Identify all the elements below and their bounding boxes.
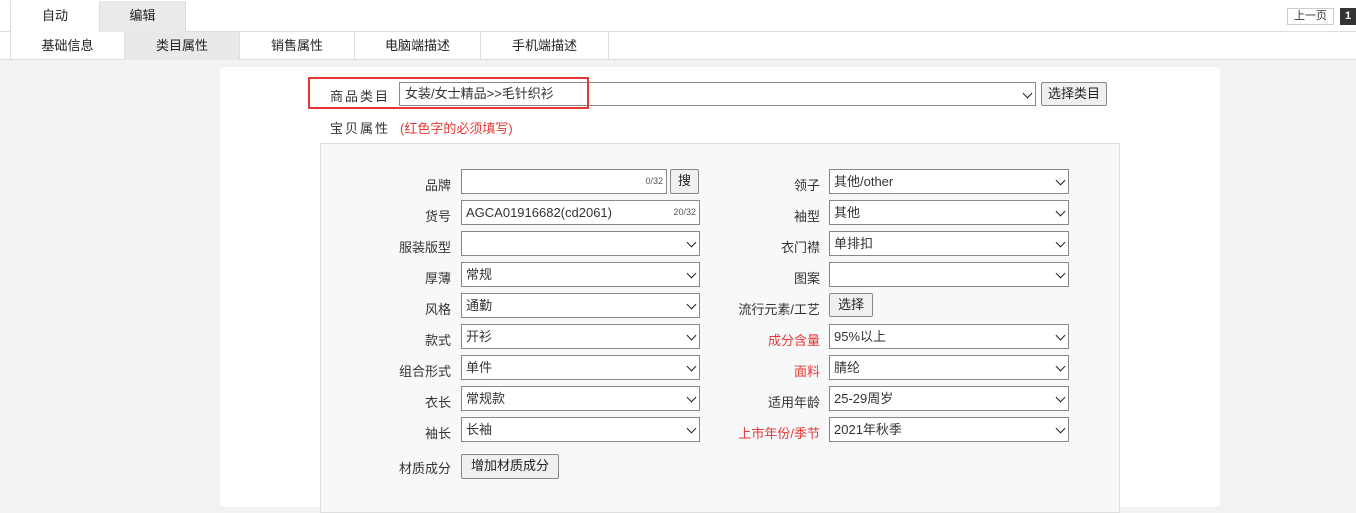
chevron-down-icon: [686, 423, 697, 434]
brand-counter: 0/32: [645, 176, 663, 186]
age-select[interactable]: 25-29周岁: [829, 386, 1069, 411]
required-note: (红色字的必须填写): [400, 121, 513, 136]
attributes-label: 宝贝属性: [330, 121, 391, 136]
brand-label: 品牌: [424, 178, 451, 193]
item-number-label: 货号: [424, 209, 451, 224]
design-label: 款式: [424, 333, 451, 348]
chevron-down-icon: [686, 268, 697, 279]
add-material-button[interactable]: 增加材质成分: [461, 454, 560, 479]
item-number-value: AGCA01916682(cd2061): [466, 205, 612, 220]
style-select[interactable]: 通勤: [461, 293, 700, 318]
pattern-label: 图案: [793, 271, 820, 286]
fabric-value: 腈纶: [834, 360, 861, 375]
sleeve-length-select[interactable]: 长袖: [461, 417, 700, 442]
chevron-down-icon: [1055, 206, 1066, 217]
top-toolbar: 自动 编辑 上一页 1: [0, 0, 1356, 32]
collar-label: 领子: [793, 178, 820, 193]
sleeve-length-label: 袖长: [424, 426, 451, 441]
fit-label: 服装版型: [398, 240, 451, 255]
age-label: 适用年龄: [767, 395, 820, 410]
tab-auto[interactable]: 自动: [10, 1, 100, 32]
placket-value: 单排扣: [834, 236, 874, 251]
sleeve-type-label: 袖型: [793, 209, 820, 224]
content-ratio-select[interactable]: 95%以上: [829, 324, 1069, 349]
chevron-down-icon: [1055, 392, 1066, 403]
design-select[interactable]: 开衫: [461, 324, 700, 349]
season-label: 上市年份/季节: [738, 426, 820, 441]
combination-value: 单件: [466, 360, 493, 375]
collar-value: 其他/other: [834, 174, 894, 189]
collar-select[interactable]: 其他/other: [829, 169, 1069, 194]
material-label: 材质成分: [398, 461, 451, 476]
chevron-down-icon: [686, 299, 697, 310]
season-value: 2021年秋季: [834, 422, 902, 437]
chevron-down-icon: [686, 361, 697, 372]
item-number-input[interactable]: AGCA01916682(cd2061) 20/32: [461, 200, 700, 225]
tab-category-attributes[interactable]: 类目属性: [125, 32, 240, 60]
chevron-down-icon: [1055, 175, 1066, 186]
tab-pc-description[interactable]: 电脑端描述: [355, 32, 481, 60]
chevron-down-icon: [1055, 423, 1066, 434]
tab-mobile-description[interactable]: 手机端描述: [481, 32, 609, 60]
style-label: 风格: [424, 302, 451, 317]
design-value: 开衫: [466, 329, 493, 344]
length-value: 常规款: [466, 391, 506, 406]
season-select[interactable]: 2021年秋季: [829, 417, 1069, 442]
chevron-down-icon: [1055, 361, 1066, 372]
tab-sales-attributes[interactable]: 销售属性: [240, 32, 355, 60]
sleeve-type-value: 其他: [834, 205, 861, 220]
style-value: 通勤: [466, 298, 493, 313]
thickness-select[interactable]: 常规: [461, 262, 700, 287]
brand-search-button[interactable]: 搜: [670, 169, 700, 194]
chevron-down-icon: [686, 237, 697, 248]
age-value: 25-29周岁: [834, 391, 894, 406]
chevron-down-icon: [1055, 330, 1066, 341]
item-number-counter: 20/32: [673, 207, 696, 217]
fit-select[interactable]: [461, 231, 700, 256]
page-number-button[interactable]: 1: [1340, 8, 1356, 25]
placket-label: 衣门襟: [780, 240, 820, 255]
fabric-label: 面料: [793, 364, 820, 379]
tab-basic-info[interactable]: 基础信息: [10, 32, 125, 60]
chevron-down-icon: [1055, 268, 1066, 279]
prev-page-button[interactable]: 上一页: [1287, 8, 1334, 25]
pattern-select[interactable]: [829, 262, 1069, 287]
category-highlight-frame: [308, 77, 589, 109]
length-select[interactable]: 常规款: [461, 386, 700, 411]
tab-edit[interactable]: 编辑: [100, 1, 186, 32]
section-tabs: 基础信息 类目属性 销售属性 电脑端描述 手机端描述: [0, 32, 1356, 60]
length-label: 衣长: [424, 395, 451, 410]
chevron-down-icon: [1055, 237, 1066, 248]
thickness-label: 厚薄: [424, 271, 451, 286]
sleeve-type-select[interactable]: 其他: [829, 200, 1069, 225]
content-ratio-label: 成分含量: [767, 333, 820, 348]
fabric-select[interactable]: 腈纶: [829, 355, 1069, 380]
content-ratio-value: 95%以上: [834, 329, 887, 344]
combination-select[interactable]: 单件: [461, 355, 700, 380]
thickness-value: 常规: [466, 267, 493, 282]
combination-label: 组合形式: [398, 364, 451, 379]
select-category-button[interactable]: 选择类目: [1041, 82, 1108, 106]
trend-elements-button[interactable]: 选择: [829, 293, 874, 317]
sleeve-length-value: 长袖: [466, 422, 493, 437]
chevron-down-icon: [1022, 88, 1033, 99]
chevron-down-icon: [686, 330, 697, 341]
brand-input[interactable]: 0/32: [461, 169, 667, 194]
chevron-down-icon: [686, 392, 697, 403]
placket-select[interactable]: 单排扣: [829, 231, 1069, 256]
trend-elements-label: 流行元素/工艺: [738, 302, 820, 317]
